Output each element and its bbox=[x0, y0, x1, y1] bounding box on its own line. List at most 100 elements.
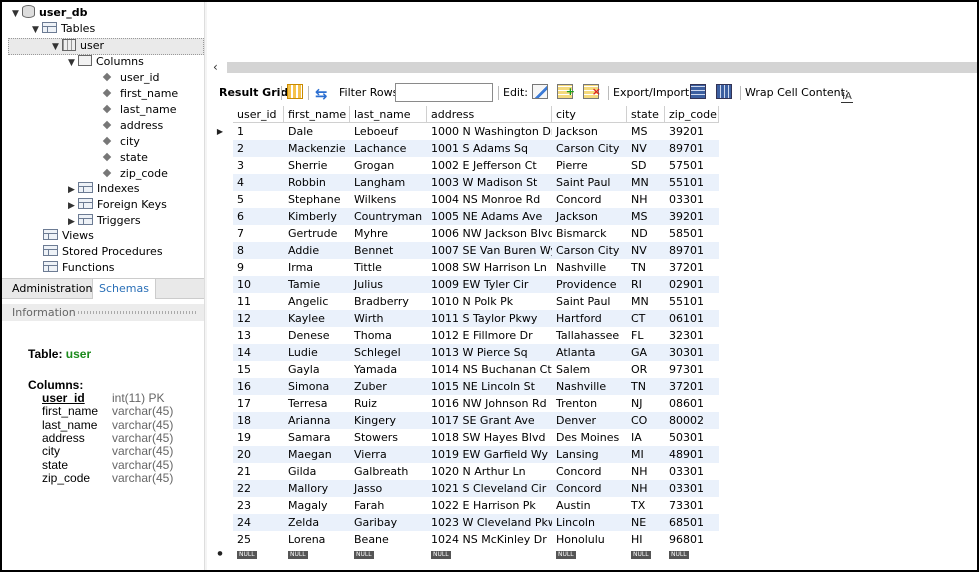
result-grid-label[interactable]: Result Grid bbox=[219, 82, 288, 104]
grid-cell[interactable]: Lincoln bbox=[552, 514, 627, 531]
grid-cell[interactable]: Langham bbox=[350, 174, 427, 191]
grid-cell[interactable]: Galbreath bbox=[350, 463, 427, 480]
grid-cell[interactable]: Dale bbox=[284, 123, 350, 140]
grid-cell[interactable]: TX bbox=[627, 497, 665, 514]
table-row[interactable]: 9 Irma Tittle 1008 SW Harrison Ln Nashville T… bbox=[207, 259, 719, 276]
null-cell[interactable]: NULL bbox=[284, 545, 350, 562]
table-row[interactable]: 3 Sherrie Grogan 1002 E Jefferson Ct Pierre S… bbox=[207, 157, 719, 174]
grid-cell[interactable]: 1013 W Pierce Sq bbox=[427, 344, 552, 361]
tree-node-functions[interactable]: Functions bbox=[43, 260, 115, 276]
grid-cell[interactable]: Providence bbox=[552, 276, 627, 293]
table-row[interactable]: 8 Addie Bennet 1007 SE Van Buren Wy Carson C… bbox=[207, 242, 719, 259]
tree-node-views[interactable]: Views bbox=[43, 228, 94, 244]
grid-cell[interactable]: Farah bbox=[350, 497, 427, 514]
grid-cell[interactable]: 1021 S Cleveland Cir bbox=[427, 480, 552, 497]
null-cell[interactable]: NULL bbox=[427, 545, 552, 562]
grid-cell[interactable]: NH bbox=[627, 191, 665, 208]
column-header-state[interactable]: state bbox=[627, 106, 665, 123]
grid-cell[interactable]: 03301 bbox=[665, 463, 719, 480]
grid-cell[interactable]: Carson City bbox=[552, 140, 627, 157]
grid-cell[interactable]: 73301 bbox=[665, 497, 719, 514]
grid-cell[interactable]: Zuber bbox=[350, 378, 427, 395]
result-grid-toggle-button[interactable] bbox=[287, 82, 303, 104]
tree-column-item[interactable]: user_id bbox=[102, 70, 160, 86]
grid-cell[interactable]: TN bbox=[627, 259, 665, 276]
grid-cell[interactable]: Nashville bbox=[552, 259, 627, 276]
grid-cell[interactable]: Gilda bbox=[284, 463, 350, 480]
tree-node-columns[interactable]: ▼ Columns bbox=[68, 54, 144, 70]
column-header-city[interactable]: city bbox=[552, 106, 627, 123]
table-row[interactable]: 15 Gayla Yamada 1014 NS Buchanan Ct Salem OR 9… bbox=[207, 361, 719, 378]
grid-cell[interactable]: Mackenzie bbox=[284, 140, 350, 157]
grid-cell[interactable]: Kingery bbox=[350, 412, 427, 429]
expand-arrow-icon[interactable]: ▼ bbox=[32, 22, 42, 38]
grid-cell[interactable]: Julius bbox=[350, 276, 427, 293]
grid-cell[interactable]: 37201 bbox=[665, 259, 719, 276]
grid-cell[interactable]: 1000 N Washington Dr bbox=[427, 123, 552, 140]
grid-cell[interactable]: 97301 bbox=[665, 361, 719, 378]
grid-cell[interactable]: Zelda bbox=[284, 514, 350, 531]
tree-column-item[interactable]: address bbox=[102, 118, 163, 134]
grid-cell[interactable]: Garibay bbox=[350, 514, 427, 531]
grid-cell[interactable]: 68501 bbox=[665, 514, 719, 531]
grid-cell[interactable]: 39201 bbox=[665, 208, 719, 225]
export-button[interactable] bbox=[690, 82, 706, 104]
grid-cell[interactable]: Kimberly bbox=[284, 208, 350, 225]
grid-cell[interactable]: 1005 NE Adams Ave bbox=[427, 208, 552, 225]
grid-cell[interactable]: 10 bbox=[233, 276, 284, 293]
null-cell[interactable]: NULL bbox=[552, 545, 627, 562]
collapse-arrow-icon[interactable]: ▶ bbox=[68, 198, 78, 214]
table-row[interactable]: 4 Robbin Langham 1003 W Madison St Saint Pau… bbox=[207, 174, 719, 191]
grid-cell[interactable]: 1004 NS Monroe Rd bbox=[427, 191, 552, 208]
grid-cell[interactable]: 1019 EW Garfield Wy bbox=[427, 446, 552, 463]
table-row[interactable]: 2 Mackenzie Lachance 1001 S Adams Sq Carson … bbox=[207, 140, 719, 157]
table-row[interactable]: 16 Simona Zuber 1015 NE Lincoln St Nashville… bbox=[207, 378, 719, 395]
grid-cell[interactable]: 20 bbox=[233, 446, 284, 463]
grid-cell[interactable]: NJ bbox=[627, 395, 665, 412]
grid-cell[interactable]: 9 bbox=[233, 259, 284, 276]
tab-schemas[interactable]: Schemas bbox=[92, 279, 156, 299]
grid-cell[interactable]: NV bbox=[627, 140, 665, 157]
grid-cell[interactable]: Stephane bbox=[284, 191, 350, 208]
tree-column-item[interactable]: last_name bbox=[102, 102, 177, 118]
grid-cell[interactable]: Des Moines bbox=[552, 429, 627, 446]
table-row[interactable]: 12 Kaylee Wirth 1011 S Taylor Pkwy Hartford C… bbox=[207, 310, 719, 327]
grid-cell[interactable]: Tamie bbox=[284, 276, 350, 293]
import-button[interactable] bbox=[716, 82, 732, 104]
grid-cell[interactable]: 17 bbox=[233, 395, 284, 412]
tree-node-indexes[interactable]: ▶ Indexes bbox=[68, 181, 139, 197]
grid-cell[interactable]: Kaylee bbox=[284, 310, 350, 327]
scrollbar-track[interactable] bbox=[227, 62, 977, 73]
tree-column-item[interactable]: state bbox=[102, 150, 148, 166]
table-row[interactable]: 11 Angelic Bradberry 1010 N Polk Pk Saint Pa… bbox=[207, 293, 719, 310]
grid-cell[interactable]: 1008 SW Harrison Ln bbox=[427, 259, 552, 276]
grid-cell[interactable]: 1012 E Fillmore Dr bbox=[427, 327, 552, 344]
tree-node-foreign-keys[interactable]: ▶ Foreign Keys bbox=[68, 197, 167, 213]
expand-arrow-icon[interactable]: ▼ bbox=[52, 39, 62, 55]
grid-cell[interactable]: MN bbox=[627, 174, 665, 191]
grid-cell[interactable]: Myhre bbox=[350, 225, 427, 242]
grid-cell[interactable]: NV bbox=[627, 242, 665, 259]
grid-cell[interactable]: 18 bbox=[233, 412, 284, 429]
grid-cell[interactable]: 1016 NW Johnson Rd bbox=[427, 395, 552, 412]
delete-row-button[interactable] bbox=[583, 81, 601, 104]
grid-cell[interactable]: 1011 S Taylor Pkwy bbox=[427, 310, 552, 327]
grid-cell[interactable]: Concord bbox=[552, 463, 627, 480]
grid-cell[interactable]: 24 bbox=[233, 514, 284, 531]
grid-cell[interactable]: 1010 N Polk Pk bbox=[427, 293, 552, 310]
grid-cell[interactable]: 30301 bbox=[665, 344, 719, 361]
grid-cell[interactable]: 14 bbox=[233, 344, 284, 361]
grid-cell[interactable]: NH bbox=[627, 463, 665, 480]
grid-cell[interactable]: 7 bbox=[233, 225, 284, 242]
column-header-zip-code[interactable]: zip_code bbox=[665, 106, 719, 123]
grid-cell[interactable]: Atlanta bbox=[552, 344, 627, 361]
grid-cell[interactable]: Stowers bbox=[350, 429, 427, 446]
table-row[interactable]: 24 Zelda Garibay 1023 W Cleveland Pkwy Linco… bbox=[207, 514, 719, 531]
grid-cell[interactable]: Countryman bbox=[350, 208, 427, 225]
grid-cell[interactable]: Denver bbox=[552, 412, 627, 429]
grid-cell[interactable]: 50301 bbox=[665, 429, 719, 446]
grid-cell[interactable]: 57501 bbox=[665, 157, 719, 174]
grid-cell[interactable]: Bismarck bbox=[552, 225, 627, 242]
grid-cell[interactable]: 1018 SW Hayes Blvd bbox=[427, 429, 552, 446]
grid-cell[interactable]: Austin bbox=[552, 497, 627, 514]
